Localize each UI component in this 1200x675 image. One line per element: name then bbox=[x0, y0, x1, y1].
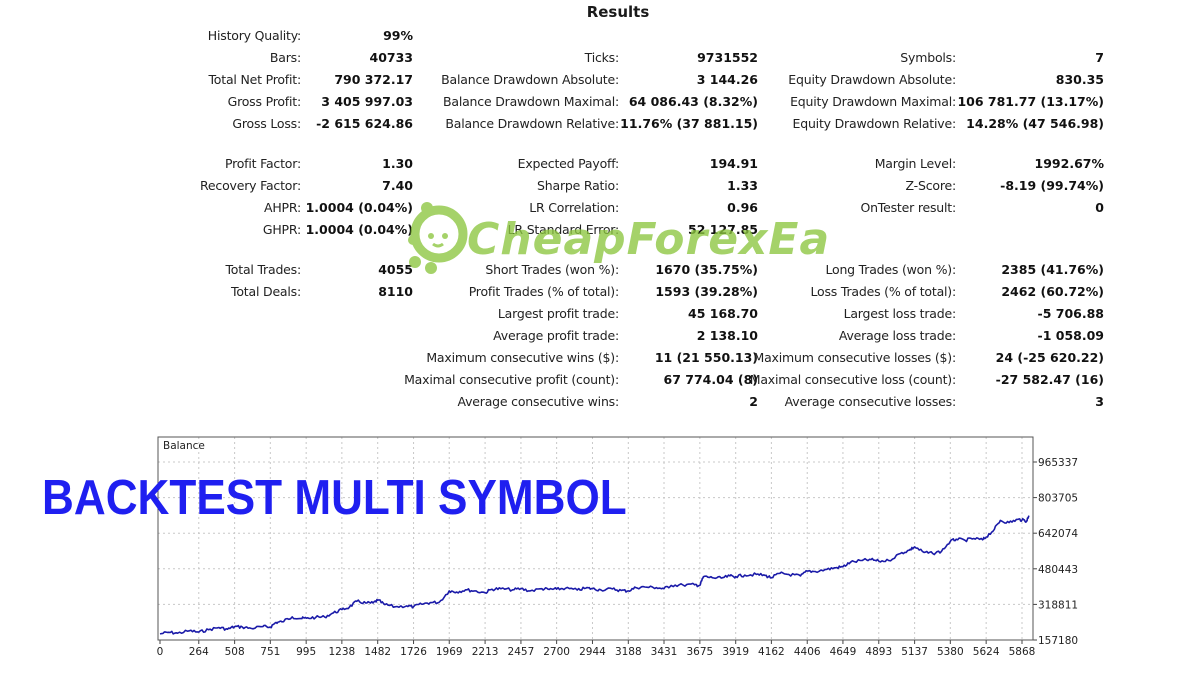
y-tick-label: 803705 bbox=[1038, 493, 1078, 505]
x-tick-label: 3919 bbox=[722, 646, 749, 658]
chart-title: Balance bbox=[163, 440, 205, 452]
x-tick-label: 1726 bbox=[400, 646, 427, 658]
plot-area bbox=[158, 437, 1033, 640]
x-tick-label: 264 bbox=[189, 646, 209, 658]
x-tick-label: 2944 bbox=[579, 646, 606, 658]
x-tick-label: 5868 bbox=[1009, 646, 1036, 658]
balance-chart: 0 264 508 751 995 1238 1482 1726 1969 2213 2457 270… bbox=[157, 436, 1078, 658]
y-tick-label: 642074 bbox=[1038, 528, 1078, 540]
x-tick-label: 1482 bbox=[364, 646, 391, 658]
y-tick-label: 157180 bbox=[1038, 635, 1078, 647]
x-tick-label: 751 bbox=[260, 646, 280, 658]
x-tick-label: 3675 bbox=[686, 646, 713, 658]
x-tick-label: 2213 bbox=[472, 646, 499, 658]
backtest-banner: BACKTEST MULTI SYMBOL bbox=[42, 471, 627, 525]
x-tick-label: 2457 bbox=[508, 646, 535, 658]
x-tick-label: 5380 bbox=[937, 646, 964, 658]
x-tick-label: 5137 bbox=[901, 646, 928, 658]
x-tick-label: 3188 bbox=[615, 646, 642, 658]
y-tick-label: 965337 bbox=[1038, 457, 1078, 469]
x-tick-label: 5624 bbox=[973, 646, 1000, 658]
x-tick-label: 2700 bbox=[543, 646, 570, 658]
x-tick-label: 4649 bbox=[830, 646, 857, 658]
x-tick-label: 4893 bbox=[865, 646, 892, 658]
x-tick-label: 995 bbox=[296, 646, 316, 658]
y-tick-label: 480443 bbox=[1038, 564, 1078, 576]
x-tick-label: 4406 bbox=[794, 646, 821, 658]
x-tick-label: 508 bbox=[225, 646, 245, 658]
y-tick-label: 318811 bbox=[1038, 599, 1078, 611]
x-tick-label: 3431 bbox=[651, 646, 678, 658]
x-tick-label: 0 bbox=[157, 646, 164, 658]
x-tick-label: 1238 bbox=[328, 646, 355, 658]
x-tick-label: 1969 bbox=[436, 646, 463, 658]
x-tick-label: 4162 bbox=[758, 646, 785, 658]
